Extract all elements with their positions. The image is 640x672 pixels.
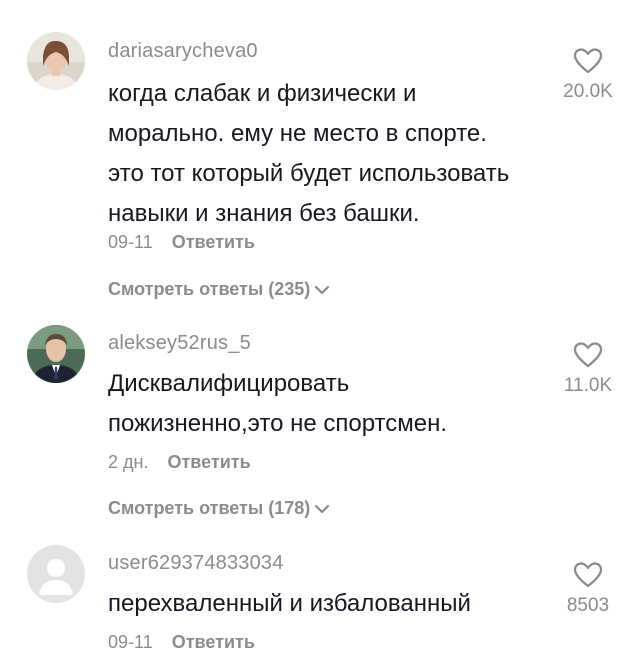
comment-username[interactable]: aleksey52rus_5	[108, 332, 251, 355]
chevron-down-icon	[315, 285, 330, 294]
reply-button[interactable]: Ответить	[167, 452, 250, 472]
comment-date: 09-11	[108, 632, 153, 652]
comment-text-line: перехваленный и избалованный	[108, 590, 471, 617]
comment-text-line: Дисквалифицировать	[108, 370, 350, 397]
comment-text-line: это тот который будет использовать	[108, 160, 510, 187]
comment-text: перехваленный и избалованный	[108, 584, 558, 624]
view-replies-label: Смотреть ответы (178)	[108, 498, 311, 518]
reply-button[interactable]: Ответить	[172, 232, 255, 252]
default-user-avatar-icon	[27, 545, 85, 603]
comment-text-line: морально. ему не место в спорте.	[108, 120, 487, 147]
view-replies-button[interactable]: Смотреть ответы (178)	[108, 498, 330, 519]
like-button[interactable]: 8503	[548, 561, 628, 617]
like-count: 11.0K	[563, 375, 613, 396]
heart-outline-icon	[573, 48, 603, 74]
view-replies-button[interactable]: Смотреть ответы (235)	[108, 279, 330, 300]
reply-button[interactable]: Ответить	[172, 632, 255, 652]
comment-text-line: навыки и знания без башки.	[108, 200, 420, 227]
comment-date: 2 дн.	[108, 452, 149, 472]
heart-outline-icon	[573, 342, 603, 368]
like-button[interactable]: 20.0K	[548, 47, 628, 103]
chevron-down-icon	[315, 504, 330, 513]
view-replies-label: Смотреть ответы (235)	[108, 279, 311, 299]
avatar[interactable]	[27, 545, 85, 603]
comment-text-line: пожизненно,это не спортсмен.	[108, 410, 448, 437]
avatar[interactable]	[27, 32, 85, 90]
comment-date: 09-11	[108, 232, 153, 252]
avatar[interactable]	[27, 325, 85, 383]
comment-meta: 2 дн. Ответить	[108, 452, 251, 473]
comment-text: Дисквалифицировать пожизненно,это не спо…	[108, 364, 558, 444]
comment-text-line: когда слабак и физически и	[108, 80, 417, 107]
comment-meta: 09-11 Ответить	[108, 232, 255, 253]
like-count: 8503	[566, 595, 610, 616]
comment-meta: 09-11 Ответить	[108, 632, 255, 653]
like-count: 20.0K	[563, 81, 613, 102]
like-button[interactable]: 11.0K	[548, 341, 628, 397]
comment-username[interactable]: user629374833034	[108, 552, 284, 575]
heart-outline-icon	[573, 562, 603, 588]
comment-text: когда слабак и физически и морально. ему…	[108, 74, 558, 234]
comment-username[interactable]: dariasarycheva0	[108, 40, 258, 63]
